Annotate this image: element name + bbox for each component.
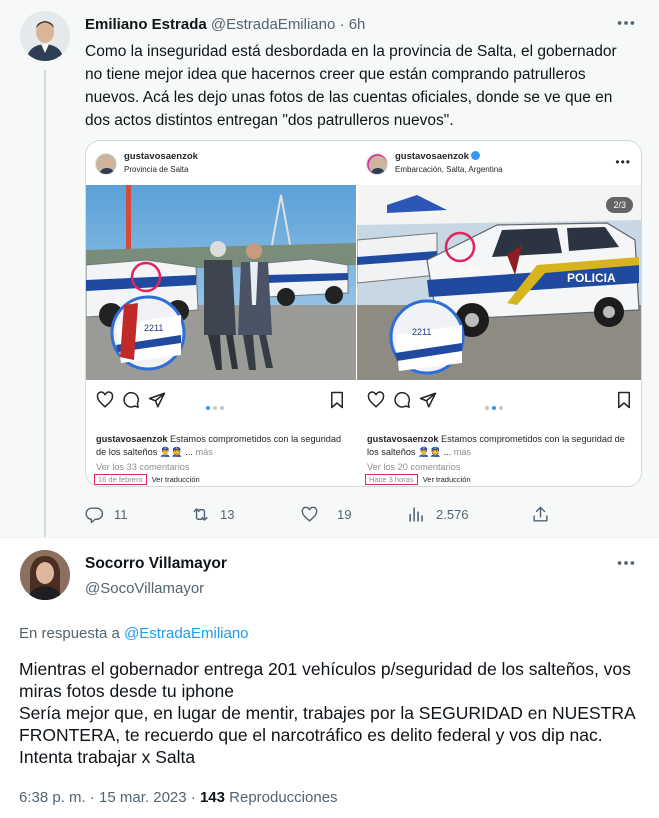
tweet-text-line: Sería mejor que, en lugar de mentir, tra… [19,703,635,767]
ig-caption: gustavosaenzok Estamos comprometidos con… [367,433,637,459]
views-button[interactable]: 2.576 [407,502,469,526]
views-icon [409,506,423,522]
reply-prefix: En respuesta a [19,625,120,642]
avatar[interactable] [20,550,70,600]
ig-location: Provincia de Salta [124,165,189,174]
ig-avatar [95,153,117,175]
tweet-time[interactable]: 6h [349,16,366,33]
ig-username: gustavosaenzok [124,151,198,162]
separator: · [339,16,345,33]
ig-carousel-dots [206,397,246,410]
reply-context: En respuesta a @EstradaEmiliano [19,625,249,642]
ig-bookmark-icon[interactable] [328,391,346,409]
thread-line [44,70,46,537]
parent-tweet[interactable]: Emiliano Estrada @EstradaEmiliano · 6h C… [0,0,659,537]
retweet-button[interactable]: 13 [191,502,234,526]
ig-comment-icon[interactable] [122,391,140,409]
views-count: 143 [199,789,225,806]
zoom-plate-number-left: 2211 [144,323,163,333]
ig-caption-more: más [453,447,472,457]
instagram-post-right: gustavosaenzok Embarcación, Salta, Argen… [357,141,641,486]
ig-send-icon[interactable] [148,391,166,409]
ig-username-text: gustavosaenzok [395,151,469,162]
tweet-timestamp[interactable]: 6:38 p. m. · 15 mar. 2023 · [19,789,196,806]
like-count: 19 [337,506,352,522]
ig-send-icon[interactable] [419,391,437,409]
views-count: 2.576 [436,506,469,522]
tweet-header: Emiliano Estrada @EstradaEmiliano · 6h [85,15,365,35]
ig-location: Embarcación, Salta, Argentina [395,165,503,174]
author-handle[interactable]: @EstradaEmiliano [211,16,335,33]
ig-comments-link: Ver los 33 comentarios [96,462,190,472]
zoom-plate-number-right: 2211 [412,327,431,337]
more-icon[interactable] [615,552,637,574]
tweet-text: Como la inseguridad está desbordada en l… [85,43,617,129]
ig-bookmark-icon[interactable] [615,391,633,409]
ig-more-icon: ••• [615,155,631,169]
reply-count: 11 [114,506,128,522]
ig-caption-more: más [195,447,213,457]
ig-page-counter: 2/3 [606,197,633,213]
share-button[interactable] [531,502,550,526]
ig-heart-icon[interactable] [96,391,114,409]
retweet-count: 13 [220,506,235,522]
reply-icon [85,506,104,523]
tweet-actions: 11 13 19 2.576 [85,502,555,526]
ig-avatar [366,153,388,175]
reply-button[interactable]: 11 [85,502,128,526]
ig-footer: 16 de febrero Ver traducción [94,474,200,485]
ig-comments-link: Ver los 20 comentarios [367,462,461,472]
share-icon [533,506,548,522]
avatar[interactable] [20,11,70,61]
ig-caption-user: gustavosaenzok [367,434,439,444]
ig-heart-icon[interactable] [367,391,385,409]
ig-comment-icon[interactable] [393,391,411,409]
ig-translate: Ver traducción [422,475,471,484]
more-icon[interactable] [615,12,637,34]
views-label: Reproducciones [229,789,338,806]
ig-post-date: 16 de febrero [94,474,147,485]
reply-to-link[interactable]: @EstradaEmiliano [124,625,248,642]
focused-tweet: Socorro Villamayor @SocoVillamayor En re… [0,537,659,818]
author-name[interactable]: Emiliano Estrada [85,16,207,33]
instagram-post-left: gustavosaenzok Provincia de Salta 2211 g… [86,141,356,486]
ig-photo-governor-patrol-cars: 2211 [86,185,356,380]
like-button[interactable]: 19 [300,502,351,526]
tweet-text-line: Mientras el gobernador entrega 201 vehíc… [19,659,631,701]
ig-caption: gustavosaenzok Estamos comprometidos con… [96,433,350,459]
tweet-media[interactable]: gustavosaenzok Provincia de Salta 2211 g… [85,140,642,487]
tweet-meta: 6:38 p. m. · 15 mar. 2023 · 143 Reproduc… [19,789,338,806]
ig-photo-patrol-truck: POLICIA POLICIA 2211 2/3 [357,185,641,380]
ig-post-date: Hace 3 horas [365,474,418,485]
retweet-icon [193,507,208,521]
truck-door-text: POLICIA [567,271,616,285]
ig-post-header: gustavosaenzok Provincia de Salta [86,141,356,185]
ig-post-header: gustavosaenzok Embarcación, Salta, Argen… [357,141,641,185]
author-handle[interactable]: @SocoVillamayor [85,580,204,597]
author-name[interactable]: Socorro Villamayor [85,555,227,573]
ig-footer: Hace 3 horas Ver traducción [365,474,471,485]
verified-badge-icon [470,151,480,160]
ig-carousel-dots [485,397,525,410]
tweet-text: Mientras el gobernador entrega 201 vehíc… [19,658,649,768]
ig-username: gustavosaenzok [395,151,480,162]
like-icon [301,506,318,522]
ig-caption-user: gustavosaenzok [96,434,168,444]
ig-translate: Ver traducción [151,475,200,484]
